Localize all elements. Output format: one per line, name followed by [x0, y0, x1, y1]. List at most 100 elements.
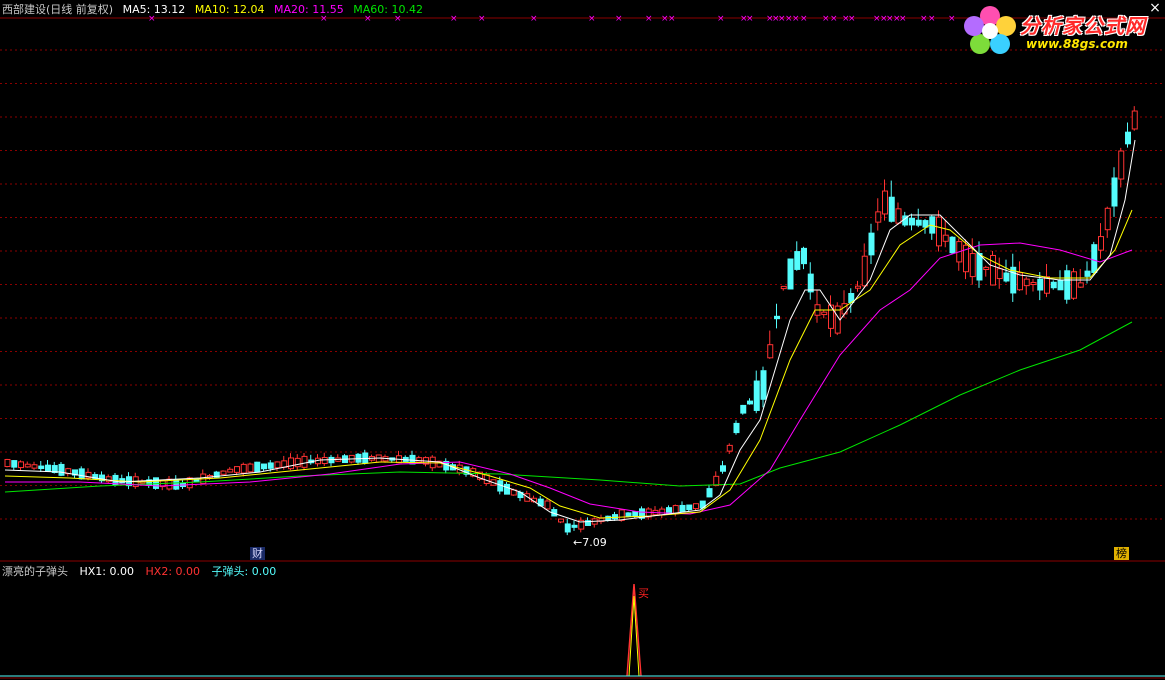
candle-body — [416, 457, 423, 463]
ma10-value: MA10: 12.04 — [194, 3, 265, 16]
candle-body — [18, 461, 24, 469]
candle-body — [861, 255, 868, 287]
candle-body — [679, 504, 686, 513]
candle-body — [733, 422, 740, 434]
logo-title: 分析家公式网 — [1020, 14, 1146, 38]
hx1-value: HX1: 0.00 — [79, 565, 135, 578]
candle-body — [794, 251, 801, 270]
candle-body — [1077, 282, 1084, 288]
stock-title: 西部建设(日线 前复权) — [2, 3, 114, 16]
candle-body — [1125, 131, 1131, 145]
buy-signal-label: 买 — [638, 587, 649, 600]
candlestick-series[interactable] — [4, 106, 1138, 536]
candle-body — [969, 253, 976, 278]
candle-body — [922, 220, 929, 228]
candle-body — [173, 479, 180, 490]
candle-body — [915, 219, 922, 226]
candle-body — [153, 477, 159, 489]
candle-body — [105, 476, 112, 483]
candle-body — [1044, 276, 1050, 294]
candle-body — [301, 455, 308, 468]
candle-body — [895, 208, 902, 224]
candle-body — [942, 234, 949, 242]
candle-body — [618, 509, 625, 521]
candle-body — [625, 512, 632, 517]
candle-body — [45, 464, 51, 472]
signal-star: × — [848, 14, 856, 24]
candle-body — [1111, 177, 1118, 207]
candle-body — [267, 462, 274, 469]
indicator-header: 漂亮的子弹头 HX1: 0.00 HX2: 0.00 子弹头: 0.00 — [2, 565, 284, 579]
candle-body — [1131, 110, 1138, 130]
candle-body — [1091, 244, 1098, 273]
candle-body — [780, 285, 787, 290]
signal-star: × — [530, 14, 538, 24]
price-grid — [0, 17, 1165, 679]
signal-star: × — [899, 14, 907, 24]
flower-logo-icon — [964, 6, 1016, 54]
signal-star: × — [478, 14, 486, 24]
ma60-line — [4, 321, 1133, 493]
candle-body — [774, 315, 780, 320]
candle-body — [58, 463, 65, 476]
ma60-value: MA60: 10.42 — [353, 3, 423, 16]
candle-body — [983, 266, 990, 271]
signal-star: × — [948, 14, 956, 24]
candle-body — [888, 196, 895, 222]
candle-body — [220, 470, 227, 475]
candle-body — [632, 511, 639, 518]
min-price-label: ←7.09 — [573, 536, 607, 549]
candle-body — [612, 514, 618, 520]
candle-body — [706, 488, 713, 498]
candle-body — [1050, 281, 1057, 289]
candle-body — [976, 253, 983, 281]
ma5-value: MA5: 13.12 — [122, 3, 186, 16]
candle-body — [801, 247, 807, 265]
signal-star: × — [645, 14, 653, 24]
candle-body — [234, 466, 240, 473]
ma10-line — [4, 209, 1133, 519]
candle-body — [1098, 236, 1104, 251]
signal-star: × — [717, 14, 725, 24]
candle-body — [1104, 207, 1111, 231]
ranking-marker[interactable]: 榜 — [1114, 547, 1129, 560]
signal-star: × — [920, 14, 928, 24]
candle-body — [288, 457, 294, 470]
candle-body — [807, 273, 814, 293]
ma20-line — [5, 242, 1133, 515]
candle-body — [821, 311, 828, 316]
ma20-value: MA20: 11.55 — [274, 3, 344, 16]
candle-body — [1037, 278, 1044, 291]
logo-url: www.88gs.com — [1026, 37, 1128, 51]
candle-body — [4, 458, 11, 468]
candle-body — [949, 236, 956, 254]
candle-body — [558, 518, 564, 523]
candle-body — [753, 380, 760, 411]
candle-body — [882, 190, 888, 215]
candle-body — [693, 503, 699, 510]
signal-star: × — [928, 14, 936, 24]
candle-body — [544, 500, 551, 510]
candle-body — [1084, 270, 1091, 277]
candle-body — [564, 523, 571, 533]
signal-star: × — [830, 14, 838, 24]
signal-star: × — [746, 14, 754, 24]
candle-body — [686, 504, 693, 511]
indicator-panel — [0, 583, 1165, 677]
signal-star: × — [450, 14, 458, 24]
signal-star: × — [822, 14, 830, 24]
moving-average-lines — [4, 139, 1136, 523]
signal-star: × — [792, 14, 800, 24]
candle-body — [1023, 278, 1030, 287]
candle-body — [740, 404, 747, 414]
candle-body — [261, 463, 267, 470]
candle-body — [990, 254, 996, 286]
candle-body — [38, 465, 45, 470]
candle-body — [936, 216, 942, 247]
site-logo: 分析家公式网 www.88gs.com — [962, 4, 1162, 56]
financial-report-marker[interactable]: 财 — [250, 547, 265, 560]
candle-body — [247, 463, 254, 473]
candle-body — [747, 400, 753, 405]
indicator-name: 漂亮的子弹头 — [2, 565, 68, 578]
candle-body — [996, 268, 1003, 280]
